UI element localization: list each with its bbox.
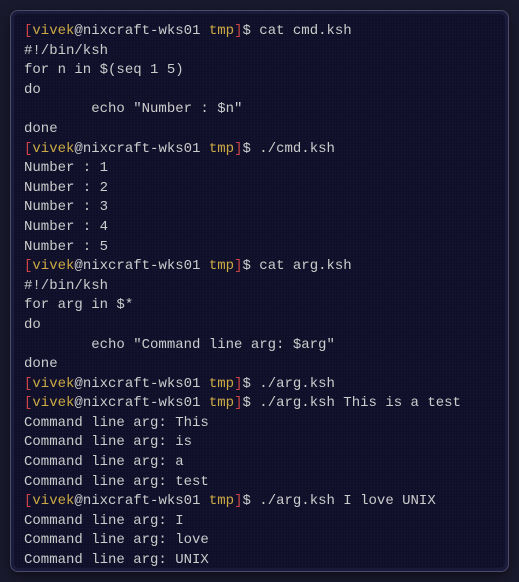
prompt-host: nixcraft-wks01 xyxy=(83,493,201,509)
output-line: do xyxy=(24,81,495,101)
output-line: echo "Number : $n" xyxy=(24,100,495,120)
prompt-host: nixcraft-wks01 xyxy=(83,395,201,411)
output-line: Command line arg: a xyxy=(24,453,495,473)
prompt-dir: tmp xyxy=(209,493,234,509)
prompt-dollar: $ xyxy=(242,258,250,274)
output-line: Command line arg: test xyxy=(24,473,495,493)
prompt-dir: tmp xyxy=(209,395,234,411)
prompt-user: vivek xyxy=(32,141,74,157)
prompt-dir: tmp xyxy=(209,376,234,392)
command-text: cat arg.ksh xyxy=(259,258,351,274)
prompt-at: @ xyxy=(74,23,82,39)
terminal-line: [vivek@nixcraft-wks01 tmp]$ ./arg.ksh xyxy=(24,375,495,395)
prompt-host: nixcraft-wks01 xyxy=(83,141,201,157)
prompt-host: nixcraft-wks01 xyxy=(83,258,201,274)
prompt-user: vivek xyxy=(32,258,74,274)
command-text: ./cmd.ksh xyxy=(259,141,335,157)
output-line: for n in $(seq 1 5) xyxy=(24,61,495,81)
command-text: cat cmd.ksh xyxy=(259,23,351,39)
output-line: Command line arg: love xyxy=(24,531,495,551)
command-text: ./arg.ksh I love UNIX xyxy=(259,493,435,509)
output-line: do xyxy=(24,316,495,336)
prompt-host: nixcraft-wks01 xyxy=(83,23,201,39)
prompt-at: @ xyxy=(74,493,82,509)
output-line: Command line arg: is xyxy=(24,433,495,453)
output-line: Command line arg: UNIX xyxy=(24,551,495,568)
prompt-dollar: $ xyxy=(242,23,250,39)
output-line: #!/bin/ksh xyxy=(24,277,495,297)
command-text: ./arg.ksh This is a test xyxy=(259,395,461,411)
prompt-at: @ xyxy=(74,395,82,411)
output-line: Number : 4 xyxy=(24,218,495,238)
prompt-user: vivek xyxy=(32,376,74,392)
output-line: done xyxy=(24,120,495,140)
output-line: Number : 1 xyxy=(24,159,495,179)
prompt-dir: tmp xyxy=(209,141,234,157)
prompt-dollar: $ xyxy=(242,376,250,392)
output-line: Number : 5 xyxy=(24,238,495,258)
terminal-line: [vivek@nixcraft-wks01 tmp]$ ./arg.ksh I … xyxy=(24,492,495,512)
terminal-frame: [vivek@nixcraft-wks01 tmp]$ cat cmd.ksh#… xyxy=(10,10,509,572)
output-line: Command line arg: I xyxy=(24,512,495,532)
prompt-at: @ xyxy=(74,258,82,274)
output-line: Number : 2 xyxy=(24,179,495,199)
terminal-line: [vivek@nixcraft-wks01 tmp]$ cat arg.ksh xyxy=(24,257,495,277)
output-line: for arg in $* xyxy=(24,296,495,316)
terminal-content[interactable]: [vivek@nixcraft-wks01 tmp]$ cat cmd.ksh#… xyxy=(14,14,505,568)
prompt-host: nixcraft-wks01 xyxy=(83,376,201,392)
output-line: Number : 3 xyxy=(24,198,495,218)
terminal-line: [vivek@nixcraft-wks01 tmp]$ ./arg.ksh Th… xyxy=(24,394,495,414)
prompt-user: vivek xyxy=(32,23,74,39)
prompt-dollar: $ xyxy=(242,141,250,157)
prompt-dir: tmp xyxy=(209,23,234,39)
prompt-at: @ xyxy=(74,376,82,392)
command-text: ./arg.ksh xyxy=(259,376,335,392)
terminal-line: [vivek@nixcraft-wks01 tmp]$ ./cmd.ksh xyxy=(24,140,495,160)
output-line: Command line arg: This xyxy=(24,414,495,434)
output-line: done xyxy=(24,355,495,375)
prompt-user: vivek xyxy=(32,395,74,411)
output-line: echo "Command line arg: $arg" xyxy=(24,336,495,356)
prompt-dollar: $ xyxy=(242,493,250,509)
prompt-at: @ xyxy=(74,141,82,157)
prompt-user: vivek xyxy=(32,493,74,509)
prompt-dollar: $ xyxy=(242,395,250,411)
terminal-line: [vivek@nixcraft-wks01 tmp]$ cat cmd.ksh xyxy=(24,22,495,42)
output-line: #!/bin/ksh xyxy=(24,42,495,62)
prompt-dir: tmp xyxy=(209,258,234,274)
